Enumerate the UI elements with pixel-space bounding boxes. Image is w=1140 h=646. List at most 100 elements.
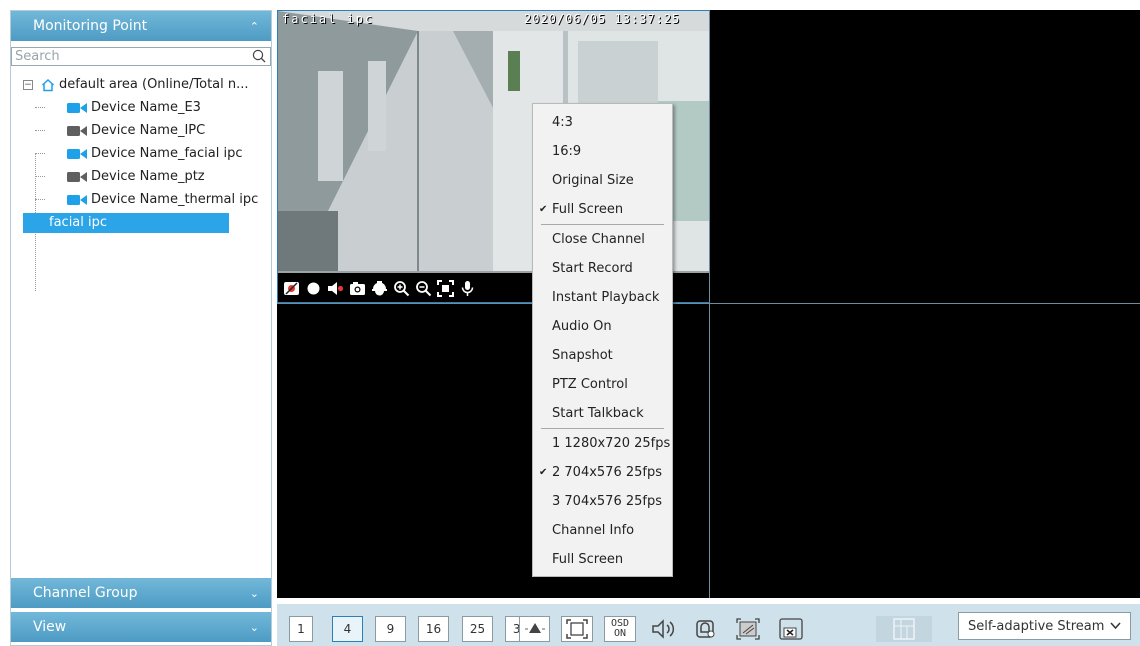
collapse-toggle-icon[interactable]: − [23,79,33,90]
zoom-out-icon[interactable] [414,279,433,298]
device-label: Device Name_ptz [91,169,205,184]
tree-root-default-area[interactable]: − default area (Online/Total n... [11,73,271,96]
microphone-icon[interactable] [458,279,477,298]
menu-item-action[interactable]: Start Record [533,254,672,283]
menu-item-label: Instant Playback [552,290,660,305]
menu-item-label: 16:9 [552,144,582,159]
menu-item-label: Snapshot [552,348,613,363]
camera-icon [67,102,87,113]
selected-channel-label: facial ipc [49,215,108,230]
device-label: Device Name_facial ipc [91,146,243,161]
window-frame-icon [566,619,588,639]
left-panel: Monitoring Point ⌃ Search − default area… [10,10,272,646]
layout-button-16[interactable]: 16 [418,616,449,642]
menu-item-aspect[interactable]: ✔Original Size [533,166,672,195]
ptz-dome-icon[interactable] [370,279,389,298]
chevron-down-icon [1110,622,1121,630]
stretch-window-button[interactable] [561,616,593,642]
mute-icon[interactable] [326,279,345,298]
menu-item-label: Original Size [552,173,634,188]
chevron-up-icon[interactable]: ⌃ [250,20,259,33]
layout-button-25[interactable]: 25 [462,616,493,642]
tree-device-item[interactable]: Device Name_facial ipc [11,142,271,165]
video-context-menu: ✔4:3✔16:9✔Original Size✔Full ScreenClose… [532,103,673,577]
view-header[interactable]: View ⌄ [11,612,271,642]
tree-device-item[interactable]: Device Name_IPC [11,119,271,142]
monitoring-point-title: Monitoring Point [33,18,148,34]
menu-item-action[interactable]: PTZ Control [533,370,672,399]
custom-layout-button[interactable] [876,616,932,642]
checkmark-icon: ✔ [539,467,548,478]
layout-button-9[interactable]: 9 [375,616,406,642]
clear-alarm-button[interactable] [732,616,764,642]
layout-button-label: 25 [469,622,486,636]
menu-item-label: 2 704x576 25fps [552,465,662,480]
layout-button-1[interactable]: 1 [289,616,313,642]
menu-item-label: 4:3 [552,115,573,130]
device-label: Device Name_IPC [91,123,206,138]
menu-item-label: 1 1280x720 25fps [552,436,671,451]
menu-item-action[interactable]: Instant Playback [533,283,672,312]
search-icon[interactable] [252,49,266,63]
tree-device-item[interactable]: Device Name_thermal ipc [11,188,271,211]
snapshot-icon[interactable] [348,279,367,298]
menu-item-extra[interactable]: Full Screen [533,545,672,574]
menu-item-label: Start Talkback [552,406,644,421]
menu-item-label: Channel Info [552,523,635,538]
chevron-down-icon[interactable]: ⌄ [250,621,259,634]
video-grid[interactable]: facial ipc 2020/06/05 13:37:25 [277,10,1140,598]
video-osd-channel-name: facial ipc [282,12,375,26]
channel-group-title: Channel Group [33,585,138,601]
tree-device-item[interactable]: Device Name_E3 [11,96,271,119]
layout-button-label: 4 [343,622,352,636]
grid-divider-vertical [709,10,710,598]
layout-button-label: 16 [425,622,442,636]
layout-button-4[interactable]: 4 [332,616,363,642]
menu-item-action[interactable]: Snapshot [533,341,672,370]
menu-item-label: 3 704x576 25fps [552,494,662,509]
close-all-icon [779,618,803,640]
alarm-bell-button[interactable] [690,616,722,642]
search-placeholder: Search [15,49,60,64]
menu-item-aspect[interactable]: ✔4:3 [533,108,672,137]
video-osd-timestamp: 2020/06/05 13:37:25 [524,12,681,26]
search-input[interactable]: Search [11,47,271,66]
record-icon[interactable] [304,279,323,298]
menu-item-label: Close Channel [552,232,645,247]
monitoring-point-header[interactable]: Monitoring Point ⌃ [11,11,271,41]
home-icon [41,78,55,91]
menu-item-label: PTZ Control [552,377,628,392]
menu-item-stream[interactable]: ✔ 2 704x576 25fps [533,458,672,487]
tree-device-item[interactable]: Device Name_ptz [11,165,271,188]
speaker-icon [652,619,675,639]
audio-toggle-button[interactable] [647,616,679,642]
close-stream-icon[interactable] [282,279,301,298]
zoom-in-icon[interactable] [392,279,411,298]
osd-toggle-button[interactable]: OSD ON [604,616,636,642]
menu-item-stream[interactable]: ✔3 704x576 25fps [533,487,672,516]
menu-item-label: Start Record [552,261,633,276]
menu-item-aspect[interactable]: ✔16:9 [533,137,672,166]
bottom-toolbar: 149162536 OSD ON Self-adaptive Stream [277,604,1140,646]
tree-item-selected-channel[interactable]: facial ipc [11,211,271,234]
channel-group-header[interactable]: Channel Group ⌄ [11,578,271,608]
menu-item-stream[interactable]: ✔1 1280x720 25fps [533,429,672,458]
menu-item-extra[interactable]: Channel Info [533,516,672,545]
fit-screen-icon[interactable] [436,279,455,298]
chevron-down-icon[interactable]: ⌄ [250,587,259,600]
close-all-button[interactable] [775,616,807,642]
fullscreen-icon [524,623,545,633]
stream-select[interactable]: Self-adaptive Stream [958,612,1131,640]
device-tree: − default area (Online/Total n... Device… [11,73,271,291]
view-title: View [33,619,67,635]
device-label: Device Name_E3 [91,100,201,115]
menu-item-label: Full Screen [552,552,624,567]
menu-item-aspect[interactable]: ✔ Full Screen [533,195,672,224]
fullscreen-layout-button[interactable] [519,616,550,642]
menu-item-action[interactable]: Close Channel [533,225,672,254]
camera-icon [67,171,87,182]
layout-grid-icon [893,618,915,640]
menu-item-action[interactable]: Audio On [533,312,672,341]
menu-item-action[interactable]: Start Talkback [533,399,672,428]
checkmark-icon: ✔ [539,204,548,215]
